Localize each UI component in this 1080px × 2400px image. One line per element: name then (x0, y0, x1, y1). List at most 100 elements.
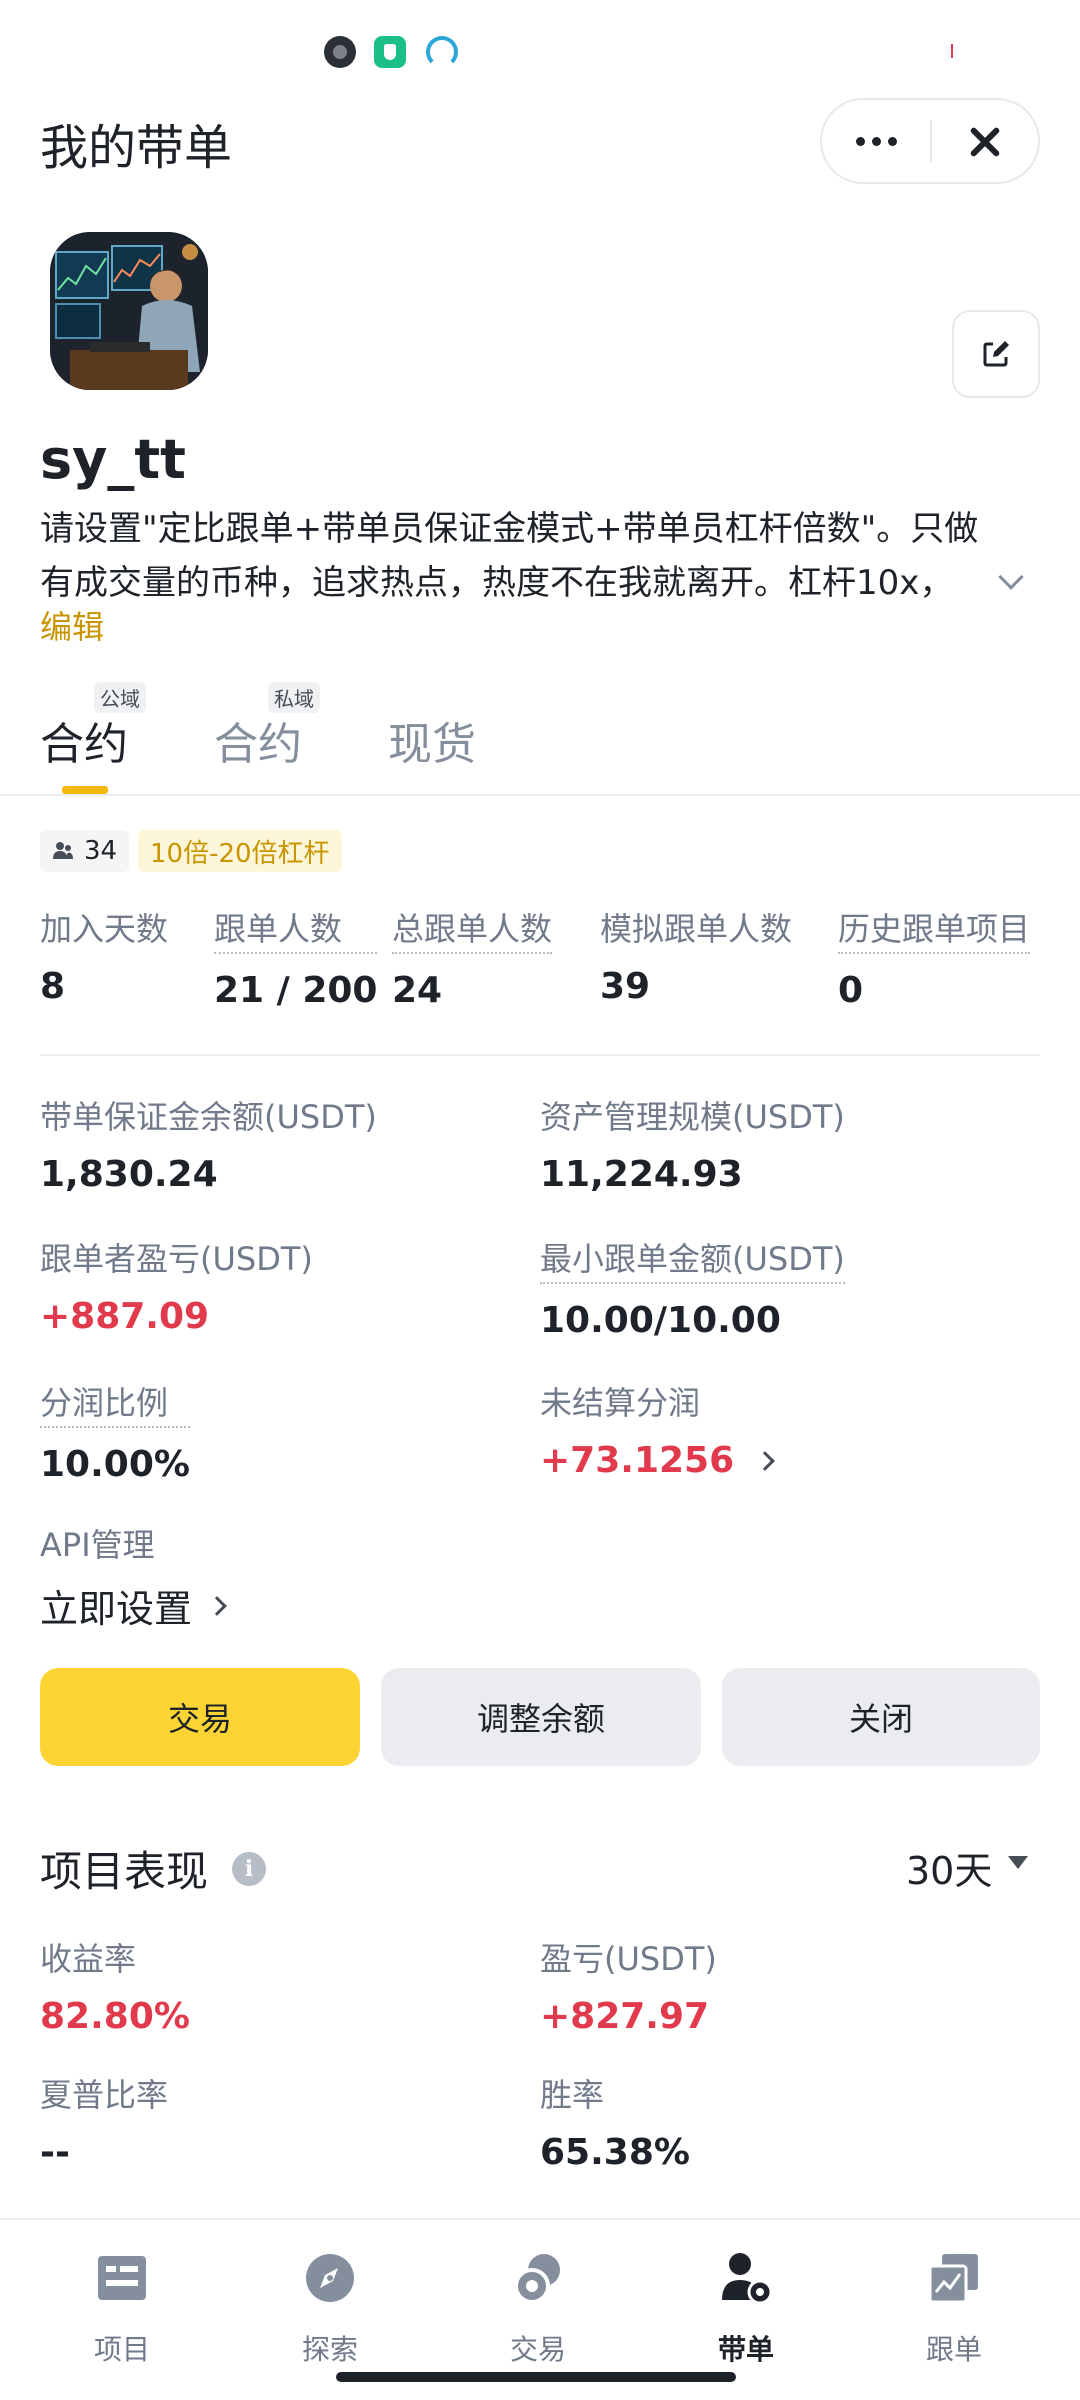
stat-value: 8 (40, 966, 66, 1007)
more-dot (887, 136, 897, 146)
edit-bio-link[interactable]: 编辑 (40, 602, 104, 648)
metric-value: +73.1256 (540, 1440, 735, 1481)
close-icon[interactable] (932, 100, 1040, 182)
stat-days-joined: 加入天数 8 (40, 904, 168, 1007)
avatar-image (50, 232, 208, 390)
nav-label: 带单 (717, 2333, 774, 2366)
more-options-button[interactable] (822, 100, 930, 182)
stat-history-projects[interactable]: 历史跟单项目 0 (838, 904, 1031, 1011)
more-dot (871, 136, 881, 146)
status-indicator (951, 44, 953, 58)
nav-label: 交易 (509, 2333, 566, 2366)
perf-pnl: 盈亏(USDT) +827.97 (540, 1934, 717, 2037)
perf-win-rate: 胜率 65.38% (540, 2070, 690, 2173)
metric-value: 10.00/10.00 (540, 1300, 781, 1341)
nav-item-copy[interactable]: 跟单 (884, 2250, 1024, 2368)
api-setup-link[interactable]: 立即设置 (40, 1578, 227, 1633)
list-icon (98, 2256, 146, 2300)
active-tab-indicator (62, 786, 108, 794)
metric-label: 资产管理规模(USDT) (540, 1098, 845, 1136)
nav-label: 项目 (93, 2333, 150, 2366)
perf-value: 65.38% (540, 2132, 690, 2173)
perf-label: 夏普比率 (40, 2076, 169, 2114)
nav-label: 跟单 (925, 2333, 982, 2366)
avatar[interactable] (50, 232, 208, 390)
metric-value: +887.09 (40, 1296, 210, 1337)
stat-label: 总跟单人数 (392, 904, 553, 954)
nav-item-projects[interactable]: 项目 (52, 2250, 192, 2368)
followers-count: 34 (84, 836, 118, 866)
metric-value: 10.00% (40, 1444, 190, 1485)
perf-label: 收益率 (40, 1940, 137, 1978)
share-edit-button[interactable] (952, 310, 1040, 398)
chevron-down-icon[interactable] (998, 564, 1024, 590)
stat-label: 跟单人数 (214, 904, 378, 954)
metric-label: 最小跟单金额(USDT) (540, 1234, 845, 1284)
metric-label: 未结算分润 (540, 1384, 701, 1422)
tab-futures-public[interactable]: 合约 (40, 708, 128, 772)
shield-notification-icon (374, 36, 406, 68)
more-dot (855, 136, 865, 146)
metric-label: 跟单者盈亏(USDT) (40, 1240, 313, 1278)
sync-notification-icon (426, 36, 458, 68)
edit-share-icon (983, 341, 1009, 367)
close-project-button[interactable]: 关闭 (722, 1668, 1040, 1766)
users-icon (53, 842, 73, 859)
stat-value: 39 (600, 966, 651, 1007)
stat-value: 21 / 200 (214, 970, 378, 1011)
perf-value: 82.80% (40, 1996, 190, 2037)
stat-simulated-followers: 模拟跟单人数 39 (600, 904, 792, 1007)
nav-item-lead[interactable]: 带单 (676, 2250, 816, 2368)
trade-button[interactable]: 交易 (40, 1668, 360, 1766)
performance-title: 项目表现 (40, 1847, 209, 1896)
metric-label: 带单保证金余额(USDT) (40, 1098, 377, 1136)
metric-aum: 资产管理规模(USDT) 11,224.93 (540, 1092, 845, 1195)
stat-value: 0 (838, 970, 864, 1011)
perf-value: -- (40, 2132, 70, 2173)
coins-icon (514, 2254, 560, 2304)
perf-value: +827.97 (540, 1996, 710, 2037)
stat-label: 加入天数 (40, 910, 169, 948)
leverage-tag: 10倍-20倍杠杆 (138, 830, 342, 872)
chevron-right-icon[interactable] (755, 1450, 776, 1471)
tab-spot[interactable]: 现货 (388, 708, 476, 772)
perf-label: 盈亏(USDT) (540, 1940, 717, 1978)
nav-item-explore[interactable]: 探索 (260, 2250, 400, 2368)
info-icon[interactable]: i (232, 1852, 266, 1886)
profile-bio: 请设置"定比跟单+带单员保证金模式+带单员杠杆倍数"。只做有成交量的币种，追求热… (40, 509, 979, 603)
metric-label: 分润比例 (40, 1378, 190, 1428)
period-selector[interactable]: 30天 (906, 1840, 992, 1895)
stat-label: 模拟跟单人数 (600, 910, 793, 948)
metric-min-copy-amount[interactable]: 最小跟单金额(USDT) 10.00/10.00 (540, 1234, 845, 1341)
page-title: 我的带单 (40, 120, 233, 176)
stat-value: 24 (392, 970, 443, 1011)
metric-value-row: +73.1256 (540, 1440, 776, 1481)
status-bar (0, 0, 1080, 100)
nav-label: 探索 (301, 2333, 358, 2366)
app-notification-icon (324, 36, 356, 68)
nav-item-trade[interactable]: 交易 (468, 2250, 608, 2368)
copy-chart-icon (928, 2254, 978, 2304)
caret-down-icon[interactable] (1008, 1856, 1028, 1869)
home-indicator (336, 2372, 736, 2382)
metric-value: 1,830.24 (40, 1154, 218, 1195)
adjust-balance-button[interactable]: 调整余额 (381, 1668, 701, 1766)
stat-label: 历史跟单项目 (838, 904, 1031, 954)
metric-follower-pnl: 跟单者盈亏(USDT) +887.09 (40, 1234, 313, 1337)
lead-user-icon (722, 2253, 773, 2305)
divider (40, 1054, 1040, 1056)
tab-futures-private[interactable]: 合约 (214, 708, 302, 772)
stat-total-followers[interactable]: 总跟单人数 24 (392, 904, 553, 1011)
market-tabs: 公域 私域 合约 合约 现货 (0, 660, 1080, 796)
perf-roi: 收益率 82.80% (40, 1934, 190, 2037)
perf-label: 胜率 (540, 2076, 605, 2114)
perf-sharpe: 夏普比率 -- (40, 2070, 168, 2173)
chevron-right-icon (207, 1595, 227, 1616)
mini-app-capsule (820, 98, 1040, 184)
metric-unsettled-share[interactable]: 未结算分润 +73.1256 (540, 1378, 776, 1481)
metric-profit-share[interactable]: 分润比例 10.00% (40, 1378, 190, 1485)
metric-value: 11,224.93 (540, 1154, 743, 1195)
metric-margin-balance: 带单保证金余额(USDT) 1,830.24 (40, 1092, 377, 1195)
api-management-label: API管理 (40, 1526, 155, 1564)
stat-current-followers[interactable]: 跟单人数 21 / 200 (214, 904, 378, 1011)
